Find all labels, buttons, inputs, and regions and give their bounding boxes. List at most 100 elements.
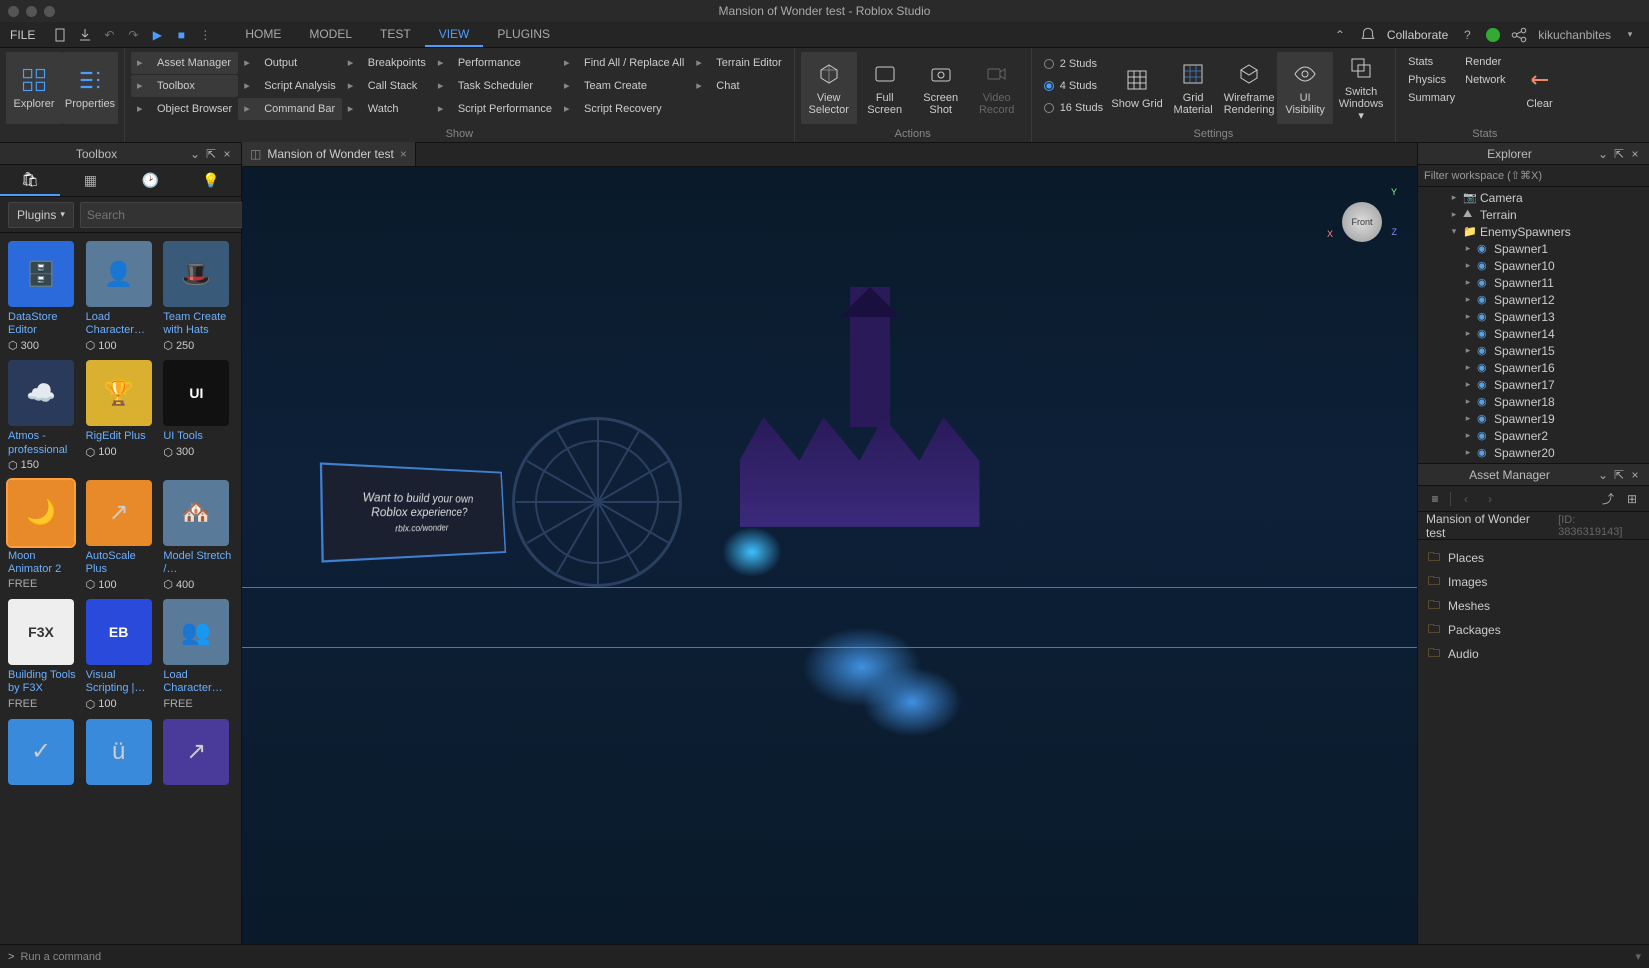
collaborate-button[interactable]: Collaborate xyxy=(1387,28,1448,42)
expand-icon[interactable]: ▸ xyxy=(1462,243,1474,254)
viewport-3d[interactable]: Want to build your own Roblox experience… xyxy=(242,167,1417,944)
asset-folder-places[interactable]: 🗀Places xyxy=(1418,546,1649,570)
expand-icon[interactable]: ▸ xyxy=(1448,192,1460,203)
notifications-icon[interactable] xyxy=(1359,26,1377,44)
expand-icon[interactable]: ▸ xyxy=(1462,413,1474,424)
show-grid-button[interactable]: Show Grid xyxy=(1109,52,1165,124)
redo-icon[interactable]: ↷ xyxy=(125,27,141,43)
grid-material-button[interactable]: Grid Material xyxy=(1165,52,1221,124)
ribbon-command-bar[interactable]: ▸Command Bar xyxy=(238,98,342,120)
menu-tab-model[interactable]: MODEL xyxy=(295,22,366,47)
ribbon-watch[interactable]: ▸Watch xyxy=(342,98,432,120)
ribbon-team-create[interactable]: ▸Team Create xyxy=(558,75,690,97)
back-icon[interactable]: ‹ xyxy=(1457,490,1475,508)
play-dropdown-icon[interactable]: ⋮ xyxy=(197,27,213,43)
user-status-icon[interactable] xyxy=(1486,28,1500,42)
tree-row[interactable]: ▸📷Camera xyxy=(1418,189,1649,206)
tree-row[interactable]: ▸◉Spawner17 xyxy=(1418,376,1649,393)
window-controls[interactable] xyxy=(8,6,55,17)
toolbox-tab-creations[interactable]: 💡 xyxy=(181,165,241,196)
expand-icon[interactable]: ▸ xyxy=(1462,430,1474,441)
toolbox-item[interactable]: 🎩Team Create with Hats⬡ 250 xyxy=(163,241,233,352)
expand-icon[interactable]: ▸ xyxy=(1448,209,1460,220)
menu-tab-plugins[interactable]: PLUGINS xyxy=(483,22,564,47)
panel-menu-icon[interactable]: ⌄ xyxy=(1595,146,1611,162)
tree-row[interactable]: ▸◉Spawner2 xyxy=(1418,427,1649,444)
tree-row[interactable]: ▸◉Spawner16 xyxy=(1418,359,1649,376)
help-icon[interactable]: ? xyxy=(1458,26,1476,44)
expand-icon[interactable]: ▸ xyxy=(1462,379,1474,390)
switch-windows-button[interactable]: Switch Windows ▾ xyxy=(1333,52,1389,124)
stats-render[interactable]: Render xyxy=(1465,54,1505,70)
panel-menu-icon[interactable]: ⌄ xyxy=(1595,467,1611,483)
toolbox-item[interactable]: EBVisual Scripting |…⬡ 100 xyxy=(86,599,156,710)
menu-tab-view[interactable]: VIEW xyxy=(425,22,484,47)
stats-physics[interactable]: Physics xyxy=(1408,72,1455,88)
expand-icon[interactable]: ▸ xyxy=(1462,328,1474,339)
expand-icon[interactable]: ▸ xyxy=(1462,396,1474,407)
stats-summary[interactable]: Summary xyxy=(1408,90,1455,106)
user-dropdown-icon[interactable]: ▾ xyxy=(1621,26,1639,44)
tree-row[interactable]: ▸◉Spawner1 xyxy=(1418,240,1649,257)
expand-icon[interactable]: ▸ xyxy=(1462,362,1474,373)
toolbox-item[interactable]: 🏘️Model Stretch /…⬡ 400 xyxy=(163,480,233,591)
ribbon-find-all-replace-all[interactable]: ▸Find All / Replace All xyxy=(558,52,690,74)
forward-icon[interactable]: › xyxy=(1481,490,1499,508)
view-axis-gizmo[interactable]: Y Z X Front xyxy=(1327,187,1397,257)
ribbon-terrain-editor[interactable]: ▸Terrain Editor xyxy=(690,52,787,74)
panel-menu-icon[interactable]: ⌄ xyxy=(187,146,203,162)
close-window-icon[interactable] xyxy=(8,6,19,17)
toolbox-item[interactable]: UIUI Tools⬡ 300 xyxy=(163,360,233,471)
ribbon-chat[interactable]: ▸Chat xyxy=(690,75,787,97)
wireframe-button[interactable]: Wireframe Rendering xyxy=(1221,52,1277,124)
command-bar[interactable]: > Run a command ▾ xyxy=(0,944,1649,968)
toolbox-item[interactable]: ✓ xyxy=(8,719,78,789)
ribbon-breakpoints[interactable]: ▸Breakpoints xyxy=(342,52,432,74)
panel-close-icon[interactable]: × xyxy=(1627,146,1643,162)
panel-pin-icon[interactable]: ⇱ xyxy=(1611,467,1627,483)
panel-close-icon[interactable]: × xyxy=(219,146,235,162)
maximize-window-icon[interactable] xyxy=(44,6,55,17)
list-view-icon[interactable]: ≡ xyxy=(1426,490,1444,508)
toolbox-item[interactable]: ü xyxy=(86,719,156,789)
chevron-up-icon[interactable]: ⌃ xyxy=(1331,26,1349,44)
tree-row[interactable]: ▸◉Spawner12 xyxy=(1418,291,1649,308)
studs-option-0[interactable]: 2 Studs xyxy=(1044,54,1103,74)
tree-row[interactable]: ▸◉Spawner15 xyxy=(1418,342,1649,359)
ribbon-output[interactable]: ▸Output xyxy=(238,52,342,74)
upload-icon[interactable]: ⤴ xyxy=(1599,490,1617,508)
new-file-icon[interactable] xyxy=(53,27,69,43)
toolbox-item[interactable]: 🏆RigEdit Plus⬡ 100 xyxy=(86,360,156,471)
expand-icon[interactable]: ▸ xyxy=(1462,345,1474,356)
save-icon[interactable] xyxy=(77,27,93,43)
clear-stats-button[interactable]: Clear xyxy=(1512,52,1568,124)
stats-network[interactable]: Network xyxy=(1465,72,1505,88)
tree-row[interactable]: ▸◉Spawner18 xyxy=(1418,393,1649,410)
tree-row[interactable]: ▸◉Spawner11 xyxy=(1418,274,1649,291)
expand-icon[interactable]: ▸ xyxy=(1462,277,1474,288)
toolbox-search-input[interactable] xyxy=(87,208,242,222)
panel-close-icon[interactable]: × xyxy=(1627,467,1643,483)
grid-view-icon[interactable]: ⊞ xyxy=(1623,490,1641,508)
tree-row[interactable]: ▸◉Spawner10 xyxy=(1418,257,1649,274)
toolbox-item[interactable]: ☁️Atmos - professional⬡ 150 xyxy=(8,360,78,471)
username-label[interactable]: kikuchanbites xyxy=(1538,28,1611,42)
expand-icon[interactable]: ▾ xyxy=(1448,226,1460,237)
full-screen-button[interactable]: Full Screen xyxy=(857,52,913,124)
ribbon-task-scheduler[interactable]: ▸Task Scheduler xyxy=(432,75,558,97)
toolbox-tab-recent[interactable]: 🕑 xyxy=(121,165,181,196)
close-tab-icon[interactable]: × xyxy=(400,147,407,161)
toolbox-item[interactable]: ↗AutoScale Plus⬡ 100 xyxy=(86,480,156,591)
play-icon[interactable]: ▶ xyxy=(149,27,165,43)
studs-option-1[interactable]: 4 Studs xyxy=(1044,76,1103,96)
toolbox-item[interactable]: 🗄️DataStore Editor⬡ 300 xyxy=(8,241,78,352)
tree-row[interactable]: ▸◉Spawner20 xyxy=(1418,444,1649,461)
toolbox-category-dropdown[interactable]: Plugins▾ xyxy=(8,202,74,228)
expand-icon[interactable]: ▸ xyxy=(1462,447,1474,458)
ribbon-object-browser[interactable]: ▸Object Browser xyxy=(131,98,238,120)
ribbon-script-recovery[interactable]: ▸Script Recovery xyxy=(558,98,690,120)
share-icon[interactable] xyxy=(1510,26,1528,44)
tree-row[interactable]: ▸◉Spawner19 xyxy=(1418,410,1649,427)
asset-folder-meshes[interactable]: 🗀Meshes xyxy=(1418,594,1649,618)
toolbox-item[interactable]: F3XBuilding Tools by F3XFREE xyxy=(8,599,78,710)
